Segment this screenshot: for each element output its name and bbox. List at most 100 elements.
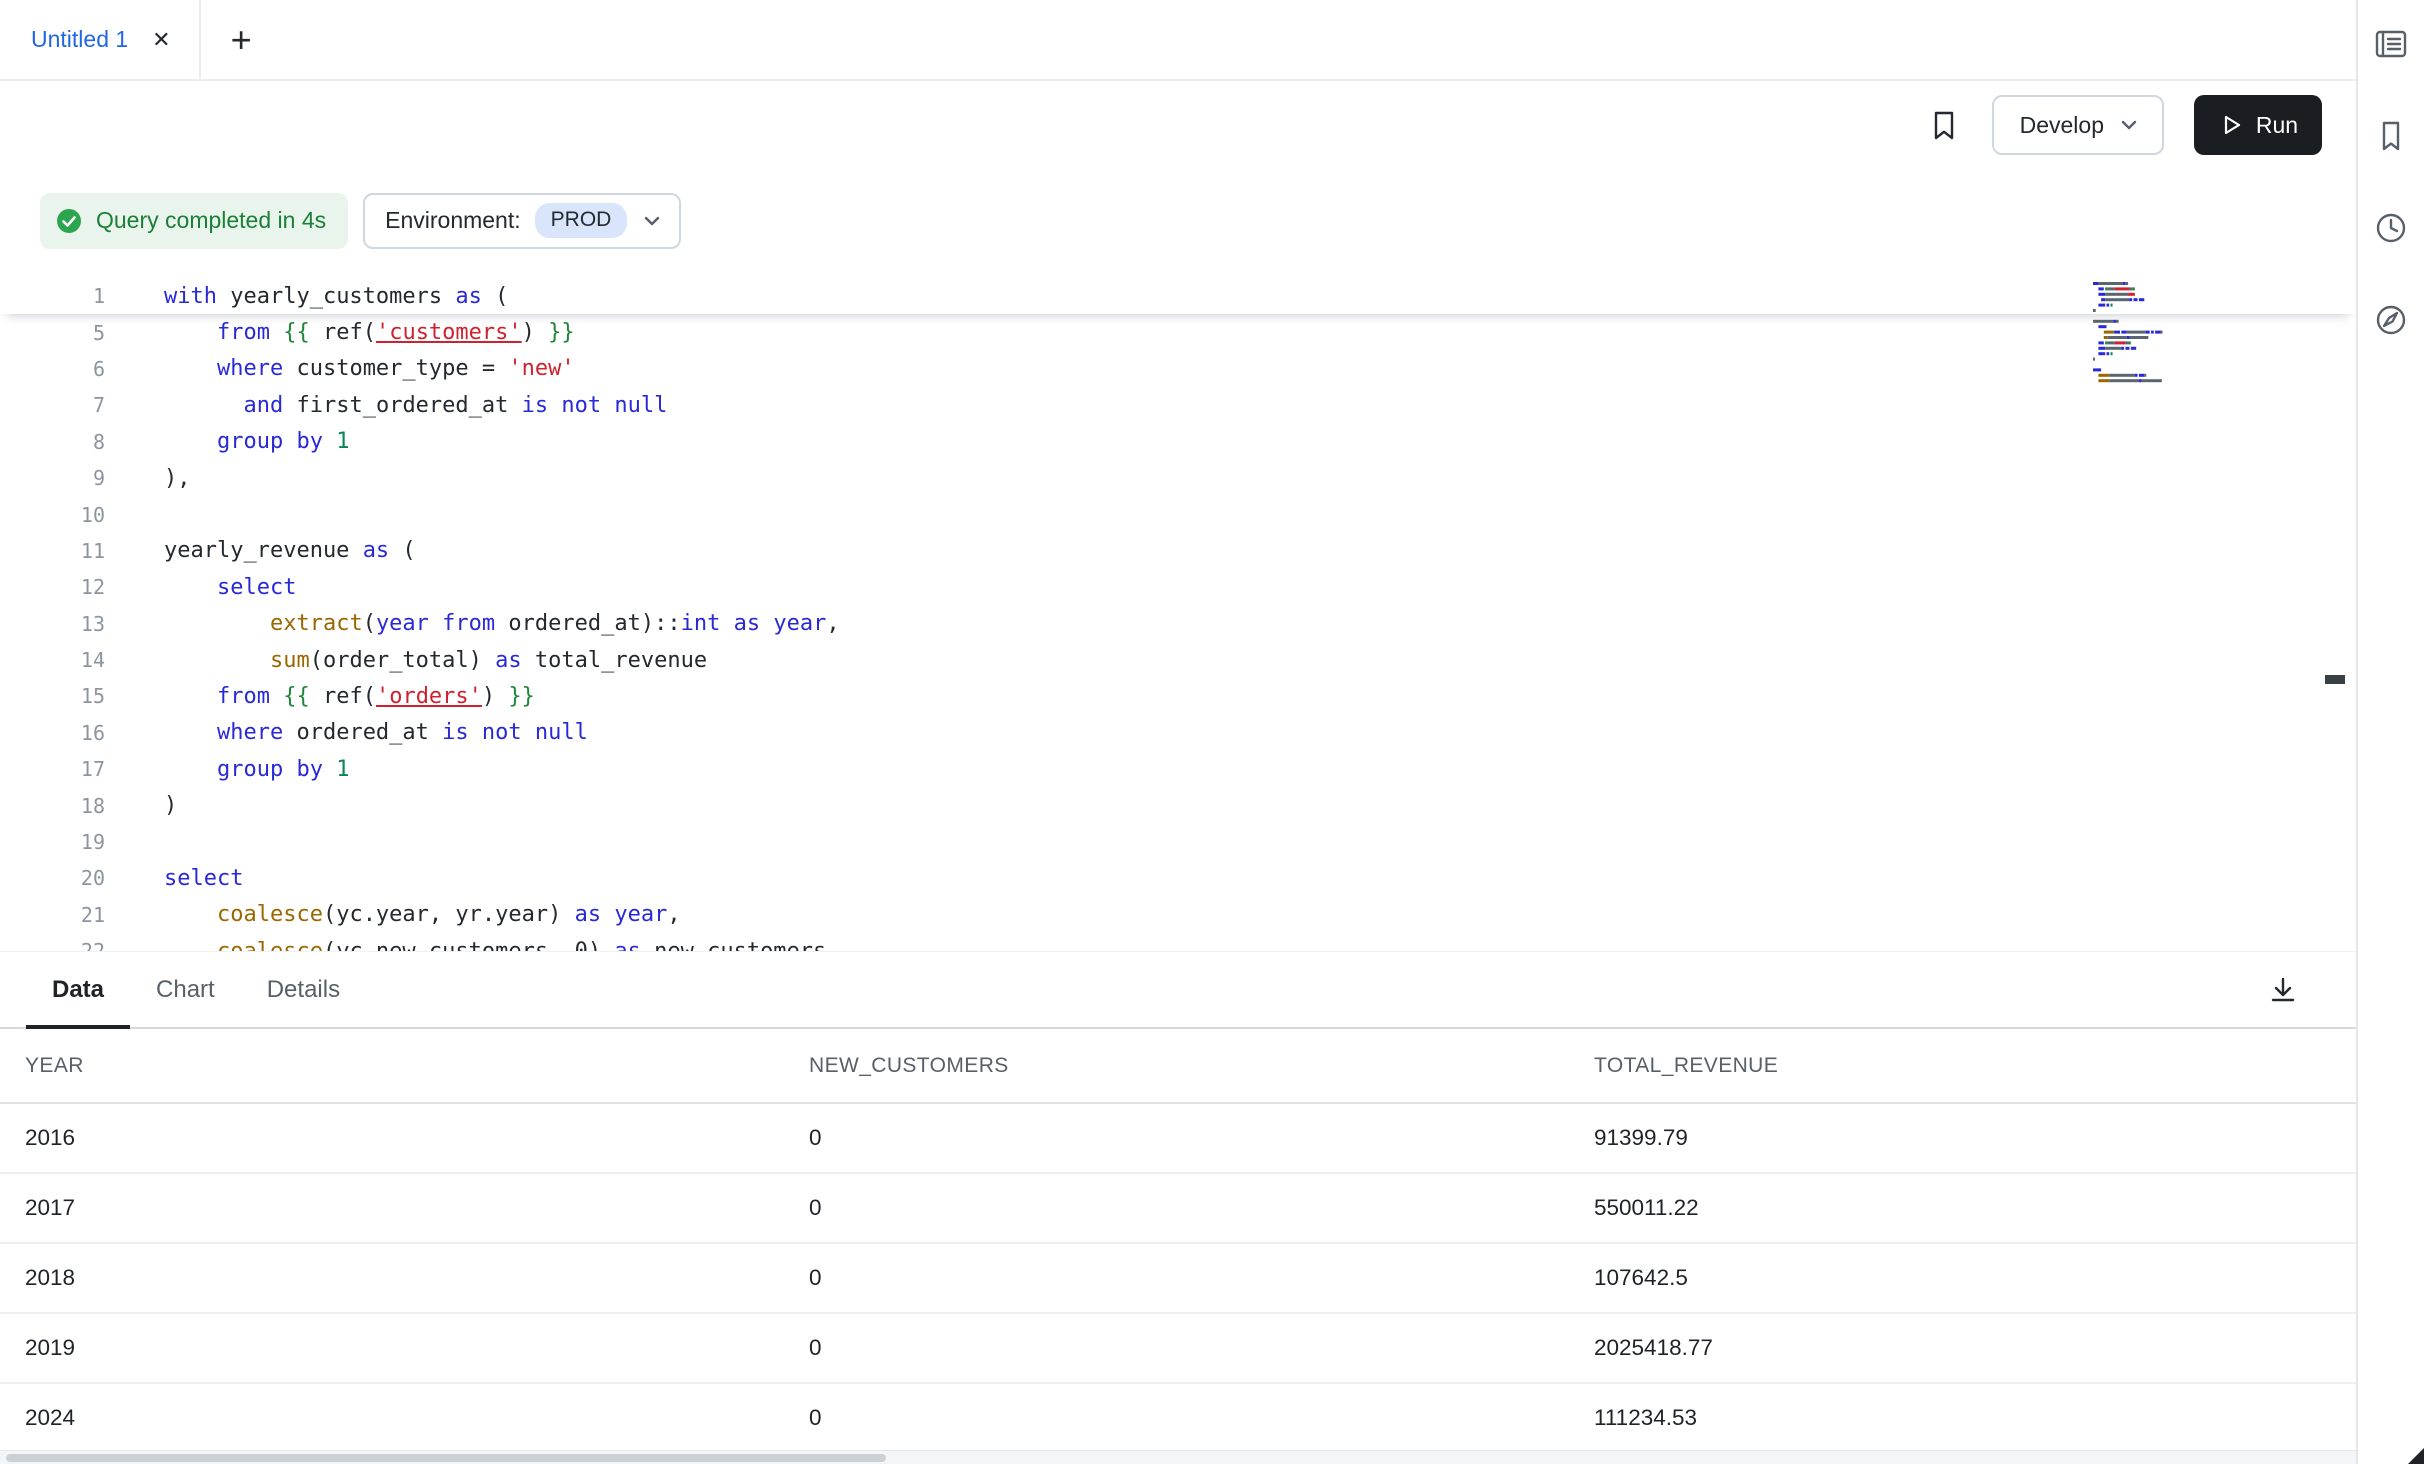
code-line[interactable]: 11yearly_revenue as ( [0, 533, 2356, 569]
line-number: 16 [0, 721, 105, 745]
run-button[interactable]: Run [2194, 95, 2322, 155]
lineage-panel-button[interactable] [2371, 300, 2411, 340]
new-tab-button[interactable]: + [231, 22, 252, 58]
column-header[interactable]: TOTAL_REVENUE [1569, 1054, 2356, 1078]
code-text: with yearly_customers as ( [105, 284, 508, 309]
line-number: 10 [0, 503, 105, 527]
code-line[interactable]: 17 group by 1 [0, 751, 2356, 787]
table-cell: 2019 [0, 1335, 784, 1361]
code-text: from {{ ref('orders') }} [105, 684, 535, 709]
line-number: 17 [0, 757, 105, 781]
table-cell: 2016 [0, 1125, 784, 1151]
code-line[interactable]: 8 group by 1 [0, 424, 2356, 460]
main-pane: Untitled 1 ✕ + Develop Run Query compl [0, 0, 2356, 1464]
table-cell: 2018 [0, 1265, 784, 1291]
query-status-text: Query completed in 4s [96, 207, 326, 234]
line-number: 8 [0, 430, 105, 454]
code-line[interactable]: 12 select [0, 569, 2356, 605]
close-tab-icon[interactable]: ✕ [152, 29, 170, 51]
resize-grip[interactable] [2408, 1448, 2424, 1464]
column-header[interactable]: NEW_CUSTOMERS [784, 1054, 1569, 1078]
code-line[interactable]: 13 extract(year from ordered_at)::int as… [0, 606, 2356, 642]
code-line[interactable]: 7 and first_ordered_at is not null [0, 387, 2356, 423]
code-line[interactable]: 18) [0, 787, 2356, 823]
line-number: 14 [0, 648, 105, 672]
results-tab-data[interactable]: Data [26, 952, 130, 1027]
ide-window: Untitled 1 ✕ + Develop Run Query compl [0, 0, 2424, 1464]
table-row[interactable]: 20180107642.5 [0, 1244, 2356, 1314]
code-text: group by 1 [105, 757, 349, 782]
editor-scrollbar-thumb[interactable] [2325, 675, 2345, 684]
history-panel-button[interactable] [2371, 208, 2411, 248]
code-text: group by 1 [105, 429, 349, 454]
code-line[interactable]: 16 where ordered_at is not null [0, 715, 2356, 751]
code-editor[interactable]: 1with yearly_customers as (5 from {{ ref… [0, 272, 2356, 951]
develop-label: Develop [2020, 112, 2104, 139]
line-number: 15 [0, 684, 105, 708]
environment-label: Environment: [385, 207, 521, 234]
table-cell: 0 [784, 1405, 1569, 1431]
chevron-down-icon [2118, 114, 2140, 136]
code-line[interactable]: 10 [0, 496, 2356, 532]
table-cell: 0 [784, 1125, 1569, 1151]
code-line[interactable]: 1with yearly_customers as ( [0, 278, 2356, 314]
line-number: 19 [0, 830, 105, 854]
code-lines: 1with yearly_customers as (5 from {{ ref… [0, 278, 2356, 951]
table-cell: 0 [784, 1265, 1569, 1291]
check-circle-icon [54, 206, 84, 236]
line-number: 6 [0, 357, 105, 381]
download-button[interactable] [2266, 973, 2300, 1007]
table-cell: 107642.5 [1569, 1265, 2356, 1291]
horizontal-scrollbar-thumb[interactable] [6, 1454, 886, 1462]
code-text: coalesce(yc.year, yr.year) as year, [105, 902, 681, 927]
right-icon-rail [2356, 0, 2424, 1464]
table-row[interactable]: 201902025418.77 [0, 1314, 2356, 1384]
bookmarks-panel-button[interactable] [2371, 116, 2411, 156]
table-cell: 91399.79 [1569, 1125, 2356, 1151]
table-row[interactable]: 2016091399.79 [0, 1104, 2356, 1174]
table-header-row: YEARNEW_CUSTOMERSTOTAL_REVENUE [0, 1029, 2356, 1104]
bookmark-button[interactable] [1926, 107, 1962, 143]
code-text: select [105, 575, 296, 600]
line-number: 1 [0, 284, 105, 308]
history-icon [2371, 208, 2411, 248]
code-text: where ordered_at is not null [105, 720, 588, 745]
line-number: 13 [0, 612, 105, 636]
outline-panel-button[interactable] [2371, 24, 2411, 64]
run-label: Run [2256, 112, 2298, 139]
toolbar: Develop Run [0, 81, 2356, 169]
code-line[interactable]: 5 from {{ ref('customers') }} [0, 314, 2356, 350]
column-header[interactable]: YEAR [0, 1054, 784, 1078]
results-tabs: DataChartDetails [0, 952, 2356, 1029]
table-row[interactable]: 20170550011.22 [0, 1174, 2356, 1244]
line-number: 18 [0, 794, 105, 818]
table-row[interactable]: 20240111234.53 [0, 1384, 2356, 1454]
table-cell: 2024 [0, 1405, 784, 1431]
environment-badge: PROD [535, 203, 628, 238]
play-icon [2218, 112, 2244, 138]
results-panel: DataChartDetails YEARNEW_CUSTOMERSTOTAL_… [0, 951, 2356, 1464]
tab-title: Untitled 1 [31, 26, 128, 53]
table-cell: 550011.22 [1569, 1195, 2356, 1221]
environment-selector[interactable]: Environment: PROD [363, 193, 681, 249]
minimap[interactable] [2089, 278, 2208, 390]
table-body: 2016091399.7920170550011.2220180107642.5… [0, 1104, 2356, 1454]
code-line[interactable]: 6 where customer_type = 'new' [0, 351, 2356, 387]
results-tab-details[interactable]: Details [241, 952, 366, 1027]
tab-untitled-1[interactable]: Untitled 1 ✕ [0, 0, 201, 79]
results-tab-chart[interactable]: Chart [130, 952, 241, 1027]
line-number: 22 [0, 939, 105, 951]
code-line[interactable]: 21 coalesce(yc.year, yr.year) as year, [0, 897, 2356, 933]
code-line[interactable]: 19 [0, 824, 2356, 860]
code-text: where customer_type = 'new' [105, 356, 575, 381]
outline-panel-icon [2371, 24, 2411, 64]
code-line[interactable]: 14 sum(order_total) as total_revenue [0, 642, 2356, 678]
code-line[interactable]: 15 from {{ ref('orders') }} [0, 678, 2356, 714]
code-line[interactable]: 20select [0, 860, 2356, 896]
code-text: ) [105, 793, 177, 818]
horizontal-scrollbar[interactable] [0, 1450, 2356, 1464]
develop-button[interactable]: Develop [1992, 95, 2164, 155]
editor-tabbar: Untitled 1 ✕ + [0, 0, 2356, 81]
code-line[interactable]: 9), [0, 460, 2356, 496]
code-line[interactable]: 22 coalesce(yc.new_customers, 0) as new_… [0, 933, 2356, 951]
